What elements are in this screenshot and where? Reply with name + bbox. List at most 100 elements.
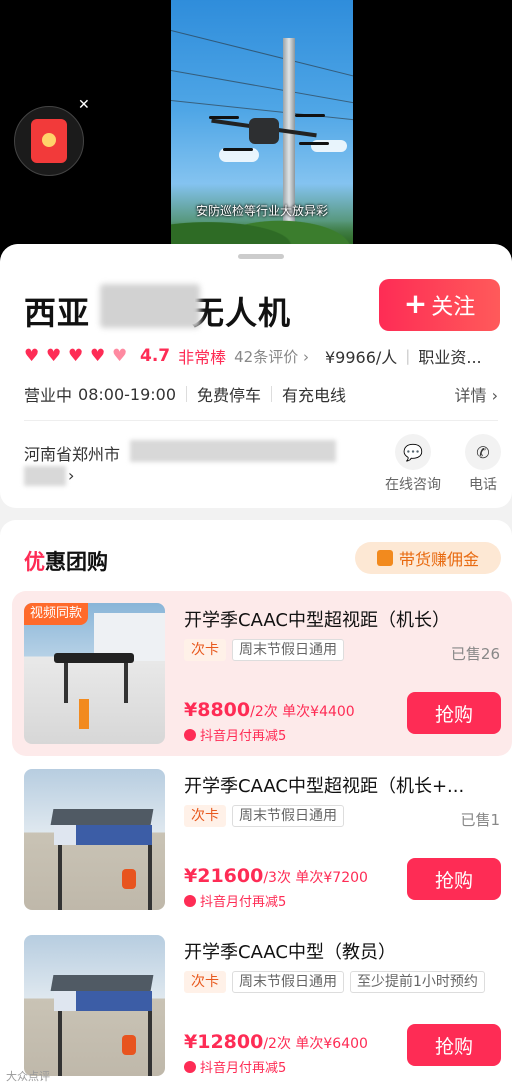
feature-parking: 免费停车: [197, 386, 262, 405]
person: [122, 1035, 136, 1055]
shelter-roof: [50, 975, 154, 991]
heart-icon: ♥: [90, 346, 106, 366]
power-line: [171, 30, 353, 80]
address-blur-mask: [24, 466, 66, 486]
tag: 周末节假日通用: [232, 971, 344, 993]
tag: 周末节假日通用: [232, 805, 344, 827]
commission-button[interactable]: 带货赚佣金: [355, 542, 501, 574]
address[interactable]: 河南省郑州市: [24, 441, 120, 465]
category: 职业资...: [418, 348, 482, 367]
sold-count: 已售1: [460, 811, 500, 829]
tag: 次卡: [184, 805, 226, 827]
shopping-bag-icon: [376, 550, 393, 566]
phone-icon: ✆: [465, 434, 501, 470]
phone-label: 电话: [469, 477, 497, 493]
discount: 抖音月付再减5: [184, 891, 286, 910]
deal-item[interactable]: 开学季CAAC中型超视距（机长+... 次卡 周末节假日通用 已售1 ¥2160…: [12, 757, 512, 922]
deal-price: ¥8800/2次 单次¥4400: [184, 699, 355, 721]
hours-row: 营业中 08:00-19:00 免费停车 有充电线 详情 ›: [24, 382, 499, 406]
price-unit: /3次 单次¥7200: [263, 870, 368, 886]
discount: 抖音月付再减5: [184, 725, 286, 744]
deal-price: ¥12800/2次 单次¥6400: [184, 1031, 368, 1053]
video-tag: 视频同款: [24, 603, 89, 625]
deal-title: 开学季CAAC中型超视距（机长+...: [184, 776, 465, 797]
drag-handle[interactable]: [238, 254, 284, 259]
deal-price: ¥21600/3次 单次¥7200: [184, 865, 368, 887]
deal-item[interactable]: 开学季CAAC中型（教员） 次卡 周末节假日通用 至少提前1小时预约 ¥1280…: [12, 923, 512, 1086]
price-per-person: ¥9966/人: [325, 348, 398, 367]
reviews-link[interactable]: 42条评价 ›: [234, 346, 309, 367]
douyin-pay-icon: [184, 728, 196, 741]
divider: [271, 386, 273, 402]
deals-title-first: 优: [24, 550, 45, 574]
video-subtitle: 安防巡检等行业大放异彩: [195, 204, 328, 218]
feature-charging: 有充电线: [282, 386, 347, 405]
chat-icon: 💬: [395, 434, 431, 470]
price-unit: /2次 单次¥4400: [250, 704, 355, 720]
heart-icon: ♥: [46, 346, 62, 366]
discount-label: 抖音月付再减5: [200, 895, 287, 910]
price-amount: ¥8800: [184, 699, 251, 721]
buy-button[interactable]: 抢购: [407, 858, 501, 900]
shop-name-prefix: 西亚: [24, 294, 91, 332]
buy-button[interactable]: 抢购: [407, 692, 501, 734]
close-icon[interactable]: ✕: [78, 97, 90, 113]
heart-icon: ♥: [24, 346, 40, 366]
douyin-pay-icon: [184, 1060, 196, 1073]
sign: [54, 991, 76, 1011]
tag: 次卡: [184, 971, 226, 993]
deals-section: 优惠团购 带货赚佣金 视频同款 开学季CAAC中型超视距（机长） 次卡 周末节假…: [0, 520, 512, 1086]
post: [58, 845, 62, 910]
person: [122, 869, 136, 889]
consult-button[interactable]: 💬 在线咨询: [383, 434, 443, 494]
follow-button[interactable]: + 关注: [379, 279, 500, 331]
tag: 次卡: [184, 639, 226, 661]
phone-button[interactable]: ✆ 电话: [453, 434, 512, 494]
heart-icon: ♥: [68, 346, 84, 366]
video-player[interactable]: 安防巡检等行业大放异彩: [171, 0, 353, 245]
deal-tags: 次卡 周末节假日通用: [184, 639, 344, 661]
red-packet-button[interactable]: [14, 106, 84, 176]
banner: [76, 991, 152, 1011]
rating-score: 4.7: [140, 346, 171, 366]
shop-info-card: 西亚 无人机 + 关注 ♥ ♥ ♥ ♥ ♥ 4.7 非常棒 42条评价 › ¥99…: [0, 244, 512, 508]
deals-title-rest: 惠团购: [45, 550, 108, 574]
address-blur-mask: [130, 440, 336, 462]
discount: 抖音月付再减5: [184, 1057, 286, 1076]
traffic-cone: [79, 699, 89, 729]
drone: [249, 118, 279, 144]
drone-prop: [295, 114, 325, 117]
consult-label: 在线咨询: [385, 477, 441, 493]
post: [58, 1011, 62, 1076]
name-blur-mask: [100, 284, 200, 328]
shop-sheet: 西亚 无人机 + 关注 ♥ ♥ ♥ ♥ ♥ 4.7 非常棒 42条评价 › ¥99…: [0, 244, 512, 1086]
deal-tags: 次卡 周末节假日通用 至少提前1小时预约: [184, 971, 485, 993]
tag: 周末节假日通用: [232, 639, 344, 661]
plus-icon: +: [403, 287, 428, 320]
tag: 至少提前1小时预约: [350, 971, 485, 993]
deal-thumbnail: 视频同款: [24, 603, 165, 744]
post: [124, 663, 128, 703]
deal-item[interactable]: 视频同款 开学季CAAC中型超视距（机长） 次卡 周末节假日通用 已售26 ¥8…: [12, 591, 512, 756]
follow-label: 关注: [431, 295, 476, 320]
commission-label: 带货赚佣金: [398, 550, 479, 569]
details-link[interactable]: 详情 ›: [455, 382, 499, 406]
banner: [76, 825, 152, 845]
discount-label: 抖音月付再减5: [200, 1061, 287, 1076]
power-line: [171, 70, 353, 106]
open-status: 营业中: [24, 386, 73, 405]
shelter-roof: [50, 809, 154, 825]
divider: [186, 386, 188, 402]
buy-button[interactable]: 抢购: [407, 1024, 501, 1066]
rating-label: 非常棒: [178, 348, 227, 367]
address-arrow-icon[interactable]: ›: [68, 466, 74, 485]
separator: [24, 420, 498, 421]
deal-thumbnail: [24, 769, 165, 910]
sold-count: 已售26: [450, 645, 500, 663]
deal-thumbnail: [24, 935, 165, 1076]
divider: |: [405, 347, 411, 365]
price-unit: /2次 单次¥6400: [263, 1036, 368, 1052]
shop-name-suffix: 无人机: [192, 294, 292, 332]
discount-label: 抖音月付再减5: [200, 729, 287, 744]
price-amount: ¥21600: [184, 865, 264, 887]
